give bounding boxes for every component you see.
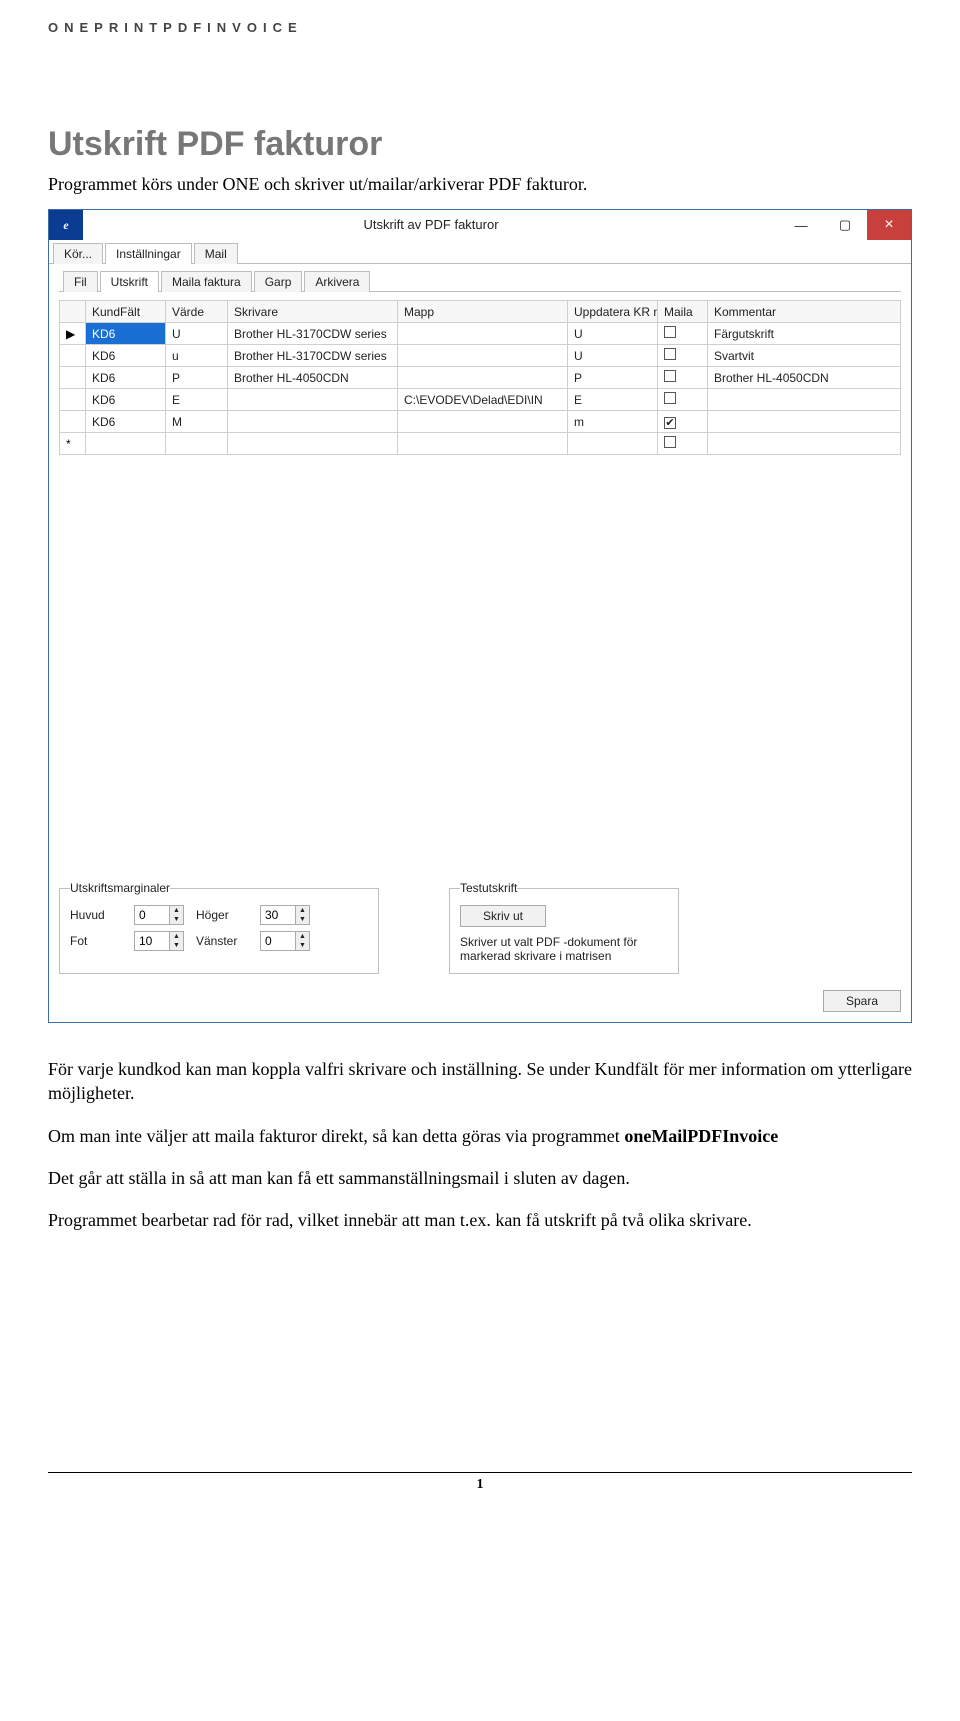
- col-varde[interactable]: Värde: [166, 301, 228, 323]
- table-new-row[interactable]: *: [60, 433, 901, 455]
- settings-grid[interactable]: KundFält Värde Skrivare Mapp Uppdatera K…: [59, 300, 901, 455]
- doc-header: ONEPRINTPDFINVOICE: [48, 20, 912, 35]
- tabs-sub: Fil Utskrift Maila faktura Garp Arkivera: [59, 268, 901, 292]
- body-text: För varje kundkod kan man koppla valfri …: [48, 1057, 912, 1232]
- tab-mail[interactable]: Mail: [194, 243, 238, 264]
- table-row[interactable]: ▶KD6UBrother HL-3170CDW seriesUFärgutskr…: [60, 323, 901, 345]
- maila-checkbox[interactable]: [664, 436, 676, 448]
- testprint-fieldset: Testutskrift Skriv ut Skriver ut valt PD…: [449, 881, 679, 974]
- page-title: Utskrift PDF fakturor: [48, 125, 912, 164]
- print-button[interactable]: Skriv ut: [460, 905, 546, 927]
- col-mapp[interactable]: Mapp: [398, 301, 568, 323]
- maila-checkbox[interactable]: [664, 370, 676, 382]
- spin-fot[interactable]: ▲▼: [134, 931, 184, 951]
- input-vanster[interactable]: [261, 932, 295, 950]
- label-fot: Fot: [70, 934, 122, 948]
- bottom-panels: Utskriftsmarginaler Huvud ▲▼ Höger ▲▼ Fo…: [59, 881, 901, 974]
- maximize-button[interactable]: ▢: [823, 210, 867, 240]
- grid-wrap: KundFält Värde Skrivare Mapp Uppdatera K…: [59, 300, 901, 875]
- spin-huvud[interactable]: ▲▼: [134, 905, 184, 925]
- table-row[interactable]: KD6EC:\EVODEV\Delad\EDI\INE: [60, 389, 901, 411]
- table-row[interactable]: KD6PBrother HL-4050CDNPBrother HL-4050CD…: [60, 367, 901, 389]
- tab-kor[interactable]: Kör...: [53, 243, 103, 264]
- margins-legend: Utskriftsmarginaler: [70, 881, 170, 895]
- paragraph-4: Programmet bearbetar rad för rad, vilket…: [48, 1208, 912, 1232]
- tab-fil[interactable]: Fil: [63, 271, 98, 292]
- table-row[interactable]: KD6uBrother HL-3170CDW seriesUSvartvit: [60, 345, 901, 367]
- program-name: oneMailPDFInvoice: [624, 1126, 778, 1146]
- col-uppdatera[interactable]: Uppdatera KR med: [568, 301, 658, 323]
- tab-installningar[interactable]: Inställningar: [105, 243, 192, 264]
- spin-vanster[interactable]: ▲▼: [260, 931, 310, 951]
- intro-text: Programmet körs under ONE och skriver ut…: [48, 174, 912, 195]
- save-button[interactable]: Spara: [823, 990, 901, 1012]
- app-window: e Utskrift av PDF fakturor — ▢ × Kör... …: [48, 209, 912, 1023]
- grid-header-row: KundFält Värde Skrivare Mapp Uppdatera K…: [60, 301, 901, 323]
- tab-arkivera[interactable]: Arkivera: [304, 271, 370, 292]
- maila-checkbox[interactable]: [664, 392, 676, 404]
- tab-maila-faktura[interactable]: Maila faktura: [161, 271, 252, 292]
- tab-garp[interactable]: Garp: [254, 271, 303, 292]
- page-number: 1: [48, 1472, 912, 1493]
- paragraph-1: För varje kundkod kan man koppla valfri …: [48, 1057, 912, 1106]
- label-hoger: Höger: [196, 908, 248, 922]
- spin-hoger[interactable]: ▲▼: [260, 905, 310, 925]
- label-huvud: Huvud: [70, 908, 122, 922]
- label-vanster: Vänster: [196, 934, 248, 948]
- col-kommentar[interactable]: Kommentar: [708, 301, 901, 323]
- paragraph-3: Det går att ställa in så att man kan få …: [48, 1166, 912, 1190]
- input-hoger[interactable]: [261, 906, 295, 924]
- col-skrivare[interactable]: Skrivare: [228, 301, 398, 323]
- window-title: Utskrift av PDF fakturor: [83, 210, 779, 240]
- tabs-main: Kör... Inställningar Mail: [49, 240, 911, 264]
- app-icon: e: [49, 210, 83, 240]
- margins-fieldset: Utskriftsmarginaler Huvud ▲▼ Höger ▲▼ Fo…: [59, 881, 379, 974]
- input-fot[interactable]: [135, 932, 169, 950]
- paragraph-2: Om man inte väljer att maila fakturor di…: [48, 1124, 912, 1148]
- maila-checkbox[interactable]: [664, 348, 676, 360]
- col-kundfalt[interactable]: KundFält: [86, 301, 166, 323]
- minimize-button[interactable]: —: [779, 210, 823, 240]
- testprint-legend: Testutskrift: [460, 881, 517, 895]
- maila-checkbox[interactable]: [664, 326, 676, 338]
- tab-utskrift[interactable]: Utskrift: [100, 271, 159, 292]
- titlebar: e Utskrift av PDF fakturor — ▢ ×: [49, 210, 911, 240]
- close-button[interactable]: ×: [867, 210, 911, 240]
- table-row[interactable]: KD6Mm✔: [60, 411, 901, 433]
- input-huvud[interactable]: [135, 906, 169, 924]
- col-maila[interactable]: Maila: [658, 301, 708, 323]
- testprint-hint: Skriver ut valt PDF -dokument för marker…: [460, 935, 668, 963]
- maila-checkbox[interactable]: ✔: [664, 417, 676, 429]
